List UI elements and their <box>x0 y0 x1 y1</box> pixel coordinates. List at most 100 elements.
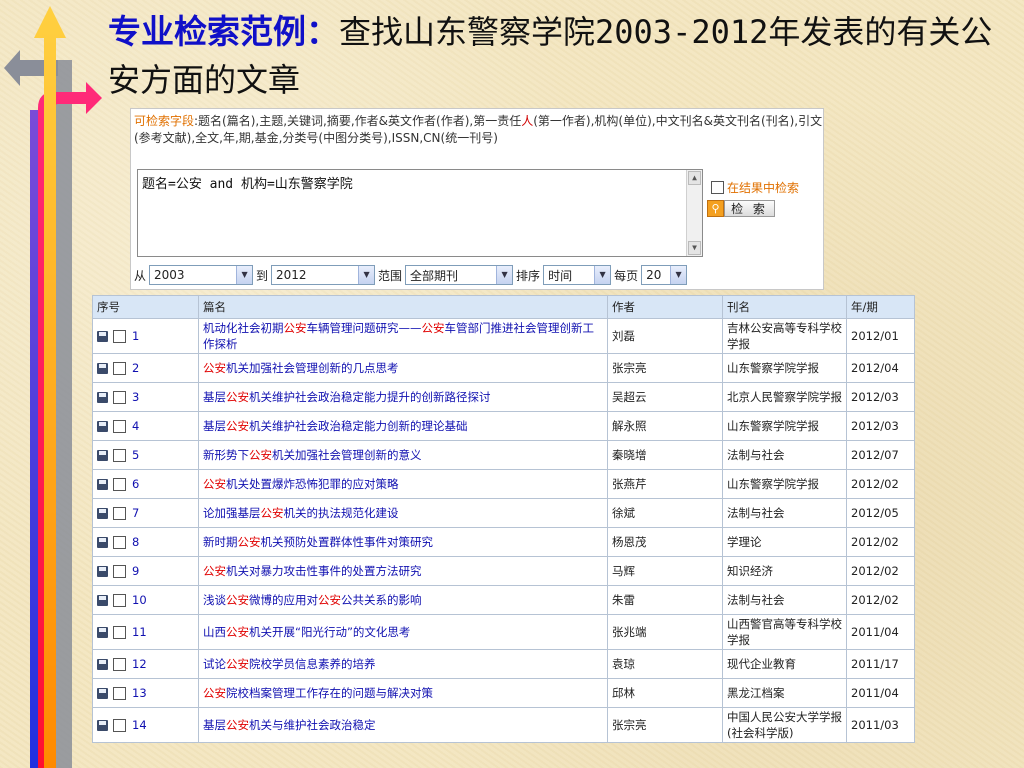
article-title-link[interactable]: 基层公安机关与维护社会政治稳定 <box>203 718 376 732</box>
cell-author: 徐斌 <box>607 498 723 528</box>
per-page-select[interactable]: 20 ▼ <box>641 265 688 285</box>
article-title-link[interactable]: 浅谈公安微博的应用对公安公共关系的影响 <box>203 593 422 607</box>
title-part: 机关处置爆炸恐怖犯罪的应对策略 <box>226 477 399 491</box>
article-title-link[interactable]: 基层公安机关维护社会政治稳定能力提升的创新路径探讨 <box>203 390 491 404</box>
page-title: 专业检索范例：查找山东警察学院2003-2012年发表的有关公安方面的文章 <box>108 8 1008 104</box>
cell-index: 3 <box>92 382 199 412</box>
title-part: 机关加强社会管理创新的几点思考 <box>226 361 399 375</box>
save-icon[interactable] <box>97 330 108 342</box>
article-title-link[interactable]: 新时期公安机关预防处置群体性事件对策研究 <box>203 535 433 549</box>
row-checkbox[interactable] <box>113 506 126 520</box>
col-header-title: 篇名 <box>198 295 608 319</box>
range-select[interactable]: 全部期刊 ▼ <box>405 265 514 285</box>
table-row: 2 公安机关加强社会管理创新的几点思考 张宗亮 山东警察学院学报 2012/04 <box>92 353 915 383</box>
article-title-link[interactable]: 公安机关加强社会管理创新的几点思考 <box>203 361 399 375</box>
cell-journal: 山东警察学院学报 <box>722 469 847 499</box>
cell-journal: 山东警察学院学报 <box>722 411 847 441</box>
scroll-down-icon[interactable]: ▼ <box>688 241 701 255</box>
cell-journal: 山西警官高等专科学校学报 <box>722 614 847 650</box>
save-icon[interactable] <box>97 594 108 606</box>
title-part: 院校学员信息素养的培养 <box>249 657 376 671</box>
row-checkbox[interactable] <box>113 535 126 549</box>
article-title-link[interactable]: 山西公安机关开展“阳光行动”的文化思考 <box>203 625 410 639</box>
row-number: 14 <box>132 718 147 732</box>
to-year-select[interactable]: 2012 ▼ <box>271 265 376 285</box>
cell-issue: 2012/04 <box>846 353 915 383</box>
chevron-down-icon: ▼ <box>594 266 611 284</box>
row-checkbox[interactable] <box>113 329 126 343</box>
table-row: 8 新时期公安机关预防处置群体性事件对策研究 杨恩茂 学理论 2012/02 <box>92 527 915 557</box>
article-title-link[interactable]: 试论公安院校学员信息素养的培养 <box>203 657 376 671</box>
save-icon[interactable] <box>97 449 108 461</box>
title-part: 论加强基层 <box>203 506 261 520</box>
cell-author: 朱雷 <box>607 585 723 615</box>
title-highlight: 专业检索范例： <box>108 12 339 51</box>
per-page-value: 20 <box>646 268 662 282</box>
save-icon[interactable] <box>97 420 108 432</box>
save-icon[interactable] <box>97 658 108 670</box>
row-checkbox[interactable] <box>113 361 126 375</box>
row-number: 7 <box>132 506 140 520</box>
from-year-value: 2003 <box>154 268 185 282</box>
article-title-link[interactable]: 公安机关对暴力攻击性事件的处置方法研究 <box>203 564 422 578</box>
cell-title: 公安机关处置爆炸恐怖犯罪的应对策略 <box>198 469 608 499</box>
in-results-checkbox[interactable]: 在结果中检索 <box>711 179 799 196</box>
from-year-select[interactable]: 2003 ▼ <box>149 265 254 285</box>
article-title-link[interactable]: 新形势下公安机关加强社会管理创新的意义 <box>203 448 422 462</box>
checkbox-icon[interactable] <box>711 181 724 194</box>
col-header-journal: 刊名 <box>722 295 847 319</box>
title-part: 机动化社会初期 <box>203 321 284 335</box>
title-keyword: 公安 <box>226 390 249 404</box>
row-checkbox[interactable] <box>113 657 126 671</box>
cell-author: 刘磊 <box>607 318 723 354</box>
query-input[interactable]: 题名=公安 and 机构=山东警察学院 ▲ ▼ <box>137 169 703 257</box>
sort-select[interactable]: 时间 ▼ <box>543 265 612 285</box>
save-icon[interactable] <box>97 507 108 519</box>
searchable-fields: 可检索字段:题名(篇名),主题,关键词,摘要,作者&英文作者(作者),第一责任人… <box>134 113 824 147</box>
query-scrollbar[interactable]: ▲ ▼ <box>686 170 702 256</box>
row-checkbox[interactable] <box>113 390 126 404</box>
article-title-link[interactable]: 机动化社会初期公安车辆管理问题研究——公安车管部门推进社会管理创新工作探析 <box>203 321 594 351</box>
row-checkbox[interactable] <box>113 419 126 433</box>
row-checkbox[interactable] <box>113 477 126 491</box>
row-checkbox[interactable] <box>113 718 126 732</box>
cell-title: 公安机关对暴力攻击性事件的处置方法研究 <box>198 556 608 586</box>
save-icon[interactable] <box>97 565 108 577</box>
fields-text-red: 人 <box>521 114 534 128</box>
save-icon[interactable] <box>97 536 108 548</box>
table-row: 1 机动化社会初期公安车辆管理问题研究——公安车管部门推进社会管理创新工作探析 刘磊… <box>92 318 915 354</box>
article-title-link[interactable]: 基层公安机关维护社会政治稳定能力创新的理论基础 <box>203 419 468 433</box>
save-icon[interactable] <box>97 391 108 403</box>
cell-author: 张宗亮 <box>607 707 723 743</box>
search-button[interactable]: ⚲ 检 索 <box>707 199 775 217</box>
table-row: 3 基层公安机关维护社会政治稳定能力提升的创新路径探讨 吴超云 北京人民警察学院学报 2… <box>92 382 915 412</box>
title-keyword: 公安 <box>237 535 261 549</box>
title-part: 公共关系的影响 <box>341 593 422 607</box>
article-title-link[interactable]: 公安院校档案管理工作存在的问题与解决对策 <box>203 686 433 700</box>
row-checkbox[interactable] <box>113 625 126 639</box>
cell-index: 8 <box>92 527 199 557</box>
title-keyword: 公安 <box>318 593 341 607</box>
row-checkbox[interactable] <box>113 686 126 700</box>
scroll-up-icon[interactable]: ▲ <box>688 171 701 185</box>
article-title-link[interactable]: 公安机关处置爆炸恐怖犯罪的应对策略 <box>203 477 399 491</box>
save-icon[interactable] <box>97 719 108 731</box>
title-keyword: 公安 <box>226 625 249 639</box>
article-title-link[interactable]: 论加强基层公安机关的执法规范化建设 <box>203 506 399 520</box>
cell-journal: 现代企业教育 <box>722 649 847 679</box>
cell-title: 新时期公安机关预防处置群体性事件对策研究 <box>198 527 608 557</box>
row-checkbox[interactable] <box>113 564 126 578</box>
title-part: 基层 <box>203 390 226 404</box>
cell-title: 基层公安机关与维护社会政治稳定 <box>198 707 608 743</box>
save-icon[interactable] <box>97 478 108 490</box>
save-icon[interactable] <box>97 362 108 374</box>
row-checkbox[interactable] <box>113 593 126 607</box>
save-icon[interactable] <box>97 626 108 638</box>
row-checkbox[interactable] <box>113 448 126 462</box>
cell-issue: 2012/01 <box>846 318 915 354</box>
chevron-down-icon: ▼ <box>358 266 375 284</box>
save-icon[interactable] <box>97 687 108 699</box>
cell-issue: 2012/02 <box>846 556 915 586</box>
cell-author: 秦晓增 <box>607 440 723 470</box>
cell-index: 6 <box>92 469 199 499</box>
